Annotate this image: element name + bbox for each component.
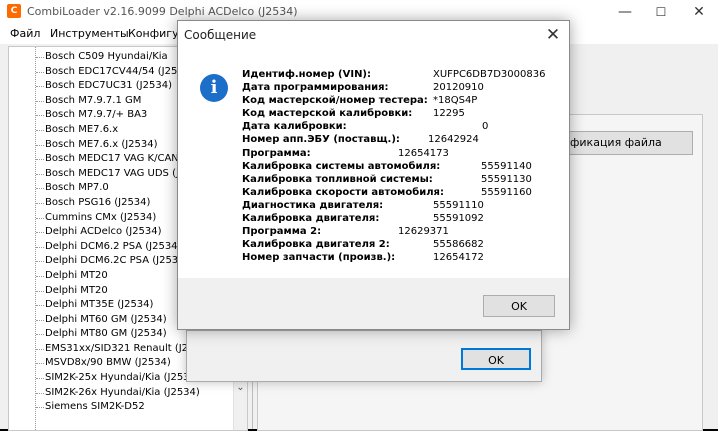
field-value-vehicle-speed-calibration: 55591160 [481, 187, 532, 198]
file-verification-label: фикация файла [570, 136, 662, 149]
field-value-programming-date: 20120910 [433, 82, 484, 93]
menu-file[interactable]: Файл [10, 27, 40, 40]
field-value-workshop-tester: *18QS4P [433, 95, 478, 106]
message-dialog: Сообщение ✕ i Идентиф.номер (VIN): XUFPC… [177, 20, 570, 330]
minimize-button[interactable]: — [612, 2, 638, 22]
field-label-calibration-date: Дата калибровки: [242, 121, 347, 132]
maximize-button[interactable]: ☐ [648, 2, 674, 22]
dialog-ok-button[interactable]: OK [483, 295, 555, 317]
field-value-ecu-hw-number: 12642924 [428, 134, 479, 145]
app-title: CombiLoader v2.16.9099 Delphi ACDelco (J… [27, 5, 298, 18]
field-value-engine-calibration-2: 55586682 [433, 239, 484, 250]
close-window-button[interactable]: ✕ [686, 2, 712, 22]
field-label-part-number: Номер запчасти (произв.): [242, 252, 396, 263]
dialog-fields: Идентиф.номер (VIN): XUFPC6DB7D3000836 Д… [178, 21, 569, 271]
field-value-calibration-workshop: 12295 [433, 108, 465, 119]
field-label-fuel-system-calibration: Калибровка топливной системы: [242, 174, 433, 185]
field-label-program: Программа: [242, 148, 311, 159]
scroll-down-icon[interactable]: ⌄ [234, 381, 247, 395]
field-label-engine-diagnostics: Диагностика двигателя: [242, 200, 384, 211]
menu-tools[interactable]: Инструменты [50, 27, 129, 40]
field-label-programming-date: Дата программирования: [242, 82, 389, 93]
field-label-program-2: Программа 2: [242, 226, 322, 237]
background-ok-button[interactable]: OK [461, 348, 531, 370]
field-value-engine-diagnostics: 55591110 [433, 200, 484, 211]
field-value-vin: XUFPC6DB7D3000836 [433, 69, 546, 80]
field-value-program: 12654173 [398, 148, 449, 159]
field-value-fuel-system-calibration: 55591130 [481, 174, 532, 185]
field-value-program-2: 12629371 [398, 226, 449, 237]
field-value-engine-calibration: 55591092 [433, 213, 484, 224]
dialog-footer: OK [178, 278, 569, 329]
field-label-calibration-workshop: Код мастерской калибровки: [242, 108, 413, 119]
field-value-calibration-date: 0 [482, 121, 489, 132]
field-value-part-number: 12654172 [433, 252, 484, 263]
combiloader-window: C CombiLoader v2.16.9099 Delphi ACDelco … [0, 0, 718, 431]
field-label-ecu-hw-number: Номер апп.ЭБУ (поставщ.): [242, 134, 400, 145]
background-dialog: OK [186, 330, 542, 382]
ecu-list-item[interactable]: SIM2K-26x Hyundai/Kia (J2534) [9, 386, 233, 401]
field-label-workshop-tester: Код мастерской/номер тестера: [242, 95, 428, 106]
file-verification-button[interactable]: фикация файла [555, 131, 693, 155]
field-label-vin: Идентиф.номер (VIN): [242, 69, 372, 80]
field-value-vehicle-system-calibration: 55591140 [481, 161, 532, 172]
app-logo-icon: C [7, 4, 21, 18]
field-label-engine-calibration: Калибровка двигателя: [242, 213, 380, 224]
field-label-vehicle-speed-calibration: Калибровка скорости автомобиля: [242, 187, 444, 198]
field-label-vehicle-system-calibration: Калибровка системы автомобиля: [242, 161, 441, 172]
field-label-engine-calibration-2: Калибровка двигателя 2: [242, 239, 390, 250]
ecu-list-item[interactable]: Siemens SIM2K-D52 [9, 400, 233, 415]
